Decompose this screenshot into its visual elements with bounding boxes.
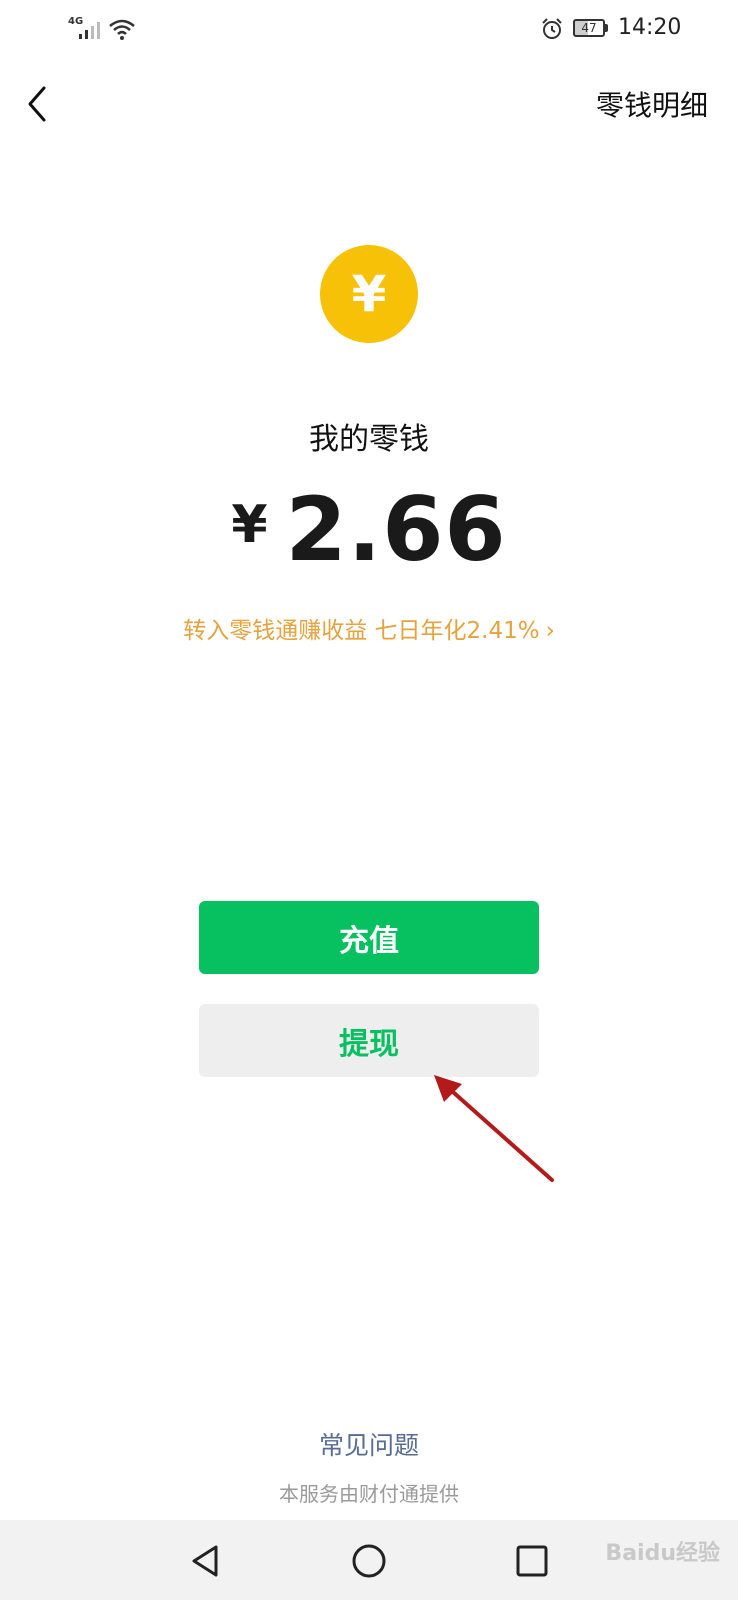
battery-level: 47	[573, 19, 605, 37]
balance-detail-link[interactable]: 零钱明细	[596, 84, 708, 124]
faq-link[interactable]: 常见问题	[0, 1426, 738, 1462]
withdraw-button[interactable]: 提现	[199, 1004, 539, 1077]
currency-symbol: ¥	[231, 495, 268, 555]
coin-yen-icon: ¥	[320, 245, 418, 343]
balance-amount-row: ¥ 2.66	[0, 478, 738, 581]
nav-home-icon[interactable]	[349, 1541, 389, 1581]
balance-label: 我的零钱	[309, 422, 429, 457]
alarm-icon	[542, 18, 562, 39]
baidu-watermark: Baidu经验	[605, 1541, 720, 1566]
signal-icon	[79, 22, 100, 39]
balance-amount: 2.66	[285, 478, 507, 581]
provider-text: 本服务由财付通提供	[279, 1482, 459, 1506]
chevron-right-icon: ›	[545, 618, 555, 644]
annotation-arrow-icon	[434, 1075, 554, 1182]
promo-text: 转入零钱通赚收益 七日年化2.41%	[183, 618, 540, 644]
battery-icon: 47	[573, 19, 611, 39]
lqt-promo-link[interactable]: 转入零钱通赚收益 七日年化2.41% ›	[0, 611, 738, 645]
nav-back-icon[interactable]	[186, 1541, 226, 1581]
back-chevron-icon[interactable]	[22, 84, 52, 124]
wifi-icon	[109, 19, 135, 40]
recharge-button[interactable]: 充值	[199, 901, 539, 974]
nav-recent-icon[interactable]	[512, 1541, 552, 1581]
status-time: 14:20	[618, 15, 682, 40]
